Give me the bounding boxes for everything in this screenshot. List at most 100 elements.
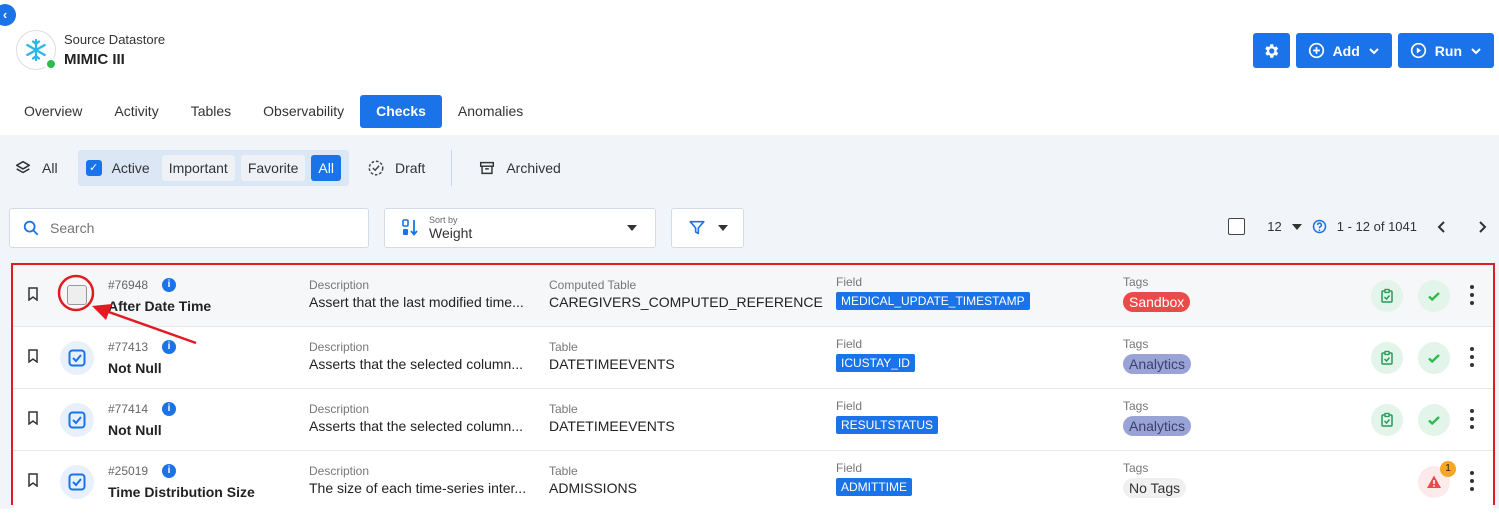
tab-anomalies[interactable]: Anomalies <box>442 95 539 128</box>
run-button-label: Run <box>1434 42 1462 59</box>
status-draft-label: Draft <box>394 160 426 176</box>
datastore-name: MIMIC III <box>64 51 125 68</box>
status-passed[interactable] <box>1418 342 1450 374</box>
tab-checks[interactable]: Checks <box>360 94 442 128</box>
page-size-value[interactable]: 12 <box>1267 219 1281 234</box>
status-all[interactable]: All <box>14 159 58 177</box>
check-name[interactable]: Time Distribution Size <box>108 484 255 500</box>
search-input[interactable] <box>50 220 350 236</box>
status-active-group[interactable]: ✓ Active Important Favorite All <box>77 150 349 186</box>
segment-favorite[interactable]: Favorite <box>240 155 306 181</box>
field-badge: MEDICAL_UPDATE_TIMESTAMP <box>836 292 1030 310</box>
tab-activity[interactable]: Activity <box>98 95 174 128</box>
select-all-checkbox[interactable] <box>1228 218 1246 235</box>
field-label: Field <box>836 461 863 475</box>
clipboard-check-button[interactable] <box>1371 280 1403 312</box>
filter-button[interactable] <box>671 208 744 248</box>
settings-button[interactable] <box>1252 33 1290 68</box>
search-icon <box>23 220 39 236</box>
help-circle-icon[interactable] <box>1312 219 1327 234</box>
check-name[interactable]: Not Null <box>108 422 162 438</box>
check-type-icon <box>60 465 94 499</box>
table-label: Table <box>549 464 578 478</box>
more-options-icon[interactable] <box>1469 285 1475 305</box>
check-icon <box>1428 292 1440 302</box>
tags-label: Tags <box>1123 337 1149 351</box>
table-row[interactable]: #77414 i Not Null Description Asserts that… <box>13 389 1493 451</box>
more-options-icon[interactable] <box>1469 409 1475 429</box>
status-passed[interactable] <box>1418 404 1450 436</box>
add-button-label: Add <box>1332 42 1360 59</box>
clipboard-check-icon <box>1381 288 1393 303</box>
clipboard-check-button[interactable] <box>1371 404 1403 436</box>
info-icon[interactable]: i <box>162 340 177 354</box>
snowflake-icon <box>16 30 57 70</box>
collapse-sidebar-button[interactable]: ‹ <box>0 4 16 26</box>
play-circle-icon <box>1410 42 1426 59</box>
table-label: Table <box>549 402 578 416</box>
field-badge: ADMITTIME <box>836 478 912 496</box>
status-filter: All ✓ Active Important Favorite All Draf… <box>14 150 561 186</box>
check-table: DATETIMEEVENTS <box>549 356 675 372</box>
plus-circle-icon <box>1308 42 1324 59</box>
chevron-right-icon[interactable] <box>1475 220 1489 234</box>
tab-tables[interactable]: Tables <box>175 95 247 128</box>
bookmark-icon[interactable] <box>27 349 39 363</box>
status-archived-label: Archived <box>506 160 561 176</box>
field-badge: ICUSTAY_ID <box>836 354 915 372</box>
checks-list: #76948 i After Date Time Description Asser… <box>11 263 1495 513</box>
check-table: ADMISSIONS <box>549 480 637 496</box>
run-button[interactable]: Run <box>1397 33 1494 68</box>
segment-important[interactable]: Important <box>161 155 235 181</box>
divider <box>451 150 453 186</box>
segment-all[interactable]: All <box>311 155 341 181</box>
field-label: Field <box>836 399 863 413</box>
active-checkbox[interactable]: ✓ <box>85 160 102 176</box>
table-row[interactable]: #77413 i Not Null Description Asserts that… <box>13 327 1493 389</box>
caret-down-icon <box>627 225 637 231</box>
table-row[interactable]: #76948 i After Date Time Description Asser… <box>13 265 1493 327</box>
tag-badge: Sandbox <box>1123 292 1191 312</box>
check-table: CAREGIVERS_COMPUTED_REFERENCE <box>549 294 823 310</box>
more-options-icon[interactable] <box>1469 471 1475 491</box>
description-label: Description <box>309 402 370 416</box>
status-active-label: Active <box>111 160 150 176</box>
anomaly-warning-button[interactable]: 1 <box>1418 461 1456 498</box>
gear-icon <box>1265 43 1279 58</box>
sort-value: Weight <box>429 225 473 241</box>
row-checkbox[interactable] <box>67 285 87 305</box>
bookmark-icon[interactable] <box>27 287 39 301</box>
check-name[interactable]: Not Null <box>108 360 162 376</box>
more-options-icon[interactable] <box>1469 347 1475 367</box>
check-description: Assert that the last modified time... <box>309 294 524 310</box>
sort-icon <box>402 219 418 236</box>
clipboard-check-button[interactable] <box>1371 342 1403 374</box>
tab-observability[interactable]: Observability <box>247 95 360 128</box>
tab-overview[interactable]: Overview <box>8 95 98 128</box>
tag-badge: Analytics <box>1123 354 1192 374</box>
add-button[interactable]: Add <box>1295 33 1392 68</box>
datastore-tabs: Overview Activity Tables Observability C… <box>8 94 539 128</box>
status-passed[interactable] <box>1418 280 1450 312</box>
check-description: Asserts that the selected column... <box>309 418 523 434</box>
field-label: Field <box>836 337 863 351</box>
info-icon[interactable]: i <box>162 464 177 478</box>
table-row[interactable]: #25019 i Time Distribution Size Descripti… <box>13 451 1493 513</box>
caret-down-icon <box>717 225 728 231</box>
tags-label: Tags <box>1123 275 1149 289</box>
info-icon[interactable]: i <box>162 278 177 292</box>
clipboard-check-icon <box>1381 412 1393 427</box>
check-id: #25019 <box>108 464 149 478</box>
archive-icon <box>480 161 495 175</box>
check-name[interactable]: After Date Time <box>108 298 211 314</box>
sort-select[interactable]: Sort by Weight <box>384 208 656 248</box>
chevron-left-icon[interactable] <box>1435 220 1449 234</box>
status-draft[interactable]: Draft <box>367 159 425 177</box>
caret-down-icon[interactable] <box>1291 223 1302 230</box>
bookmark-icon[interactable] <box>27 411 39 425</box>
status-archived[interactable]: Archived <box>478 159 561 177</box>
check-id: #77414 <box>108 402 149 416</box>
bookmark-icon[interactable] <box>27 473 39 487</box>
tags-label: Tags <box>1123 461 1149 475</box>
info-icon[interactable]: i <box>162 402 177 416</box>
